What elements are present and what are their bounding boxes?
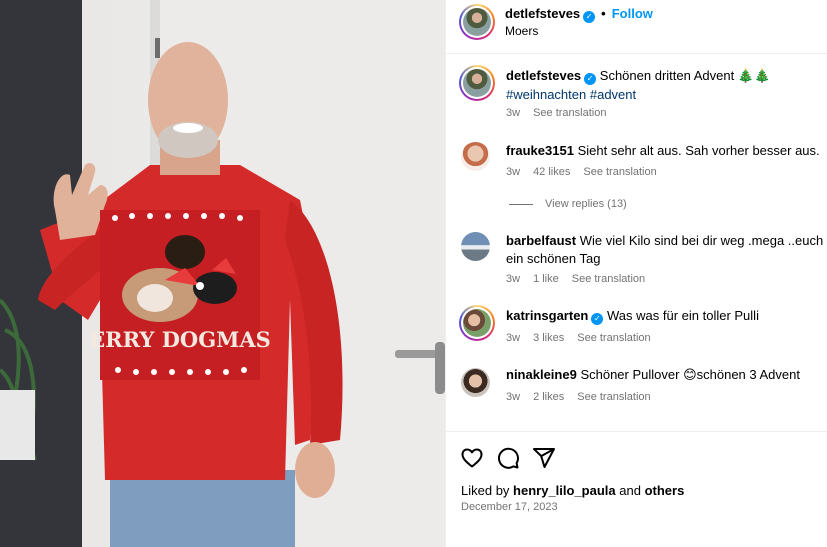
comment-bubble-icon[interactable]	[496, 446, 520, 470]
comment-username[interactable]: barbelfaust	[506, 233, 576, 248]
author-username[interactable]: detlefsteves	[505, 6, 580, 21]
sweater-print-text: ERRY DOGMAS	[89, 327, 271, 352]
see-translation-link[interactable]: See translation	[577, 391, 650, 403]
post-date[interactable]: December 17, 2023	[461, 501, 558, 513]
follow-button[interactable]: Follow	[612, 6, 653, 21]
hashtag-weihnachten[interactable]: #weihnachten	[506, 87, 586, 102]
comment-body: Was was für ein toller Pulli	[607, 308, 759, 323]
post-actions: Liked by henry_lilo_paula and others Dec…	[446, 431, 827, 547]
verified-badge-icon: ✓	[591, 313, 604, 325]
hashtag-advent[interactable]: #advent	[590, 87, 636, 102]
comment-likes[interactable]: 1 like	[533, 273, 559, 285]
comment-body-after: schönen 3 Advent	[696, 367, 800, 382]
liked-user[interactable]: henry_lilo_paula	[513, 483, 616, 498]
see-translation-link[interactable]: See translation	[583, 166, 656, 178]
comment-meta: 3w 1 like See translation	[506, 273, 658, 285]
comment-text: frauke3151 Sieht sehr alt aus. Sah vorhe…	[506, 142, 826, 160]
comment-body: Schöner Pullover	[580, 367, 684, 382]
comment-username[interactable]: katrinsgarten	[506, 308, 588, 323]
liked-and: and	[615, 483, 645, 498]
author-avatar[interactable]	[459, 65, 495, 101]
heart-icon[interactable]	[460, 446, 484, 470]
caption-text: detlefsteves ✓ Schönen dritten Advent 🎄🎄 …	[506, 67, 826, 104]
commenter-avatar[interactable]	[459, 305, 495, 341]
verified-badge-icon: ✓	[584, 73, 597, 85]
see-translation-link[interactable]: See translation	[533, 107, 606, 119]
comments-list[interactable]: detlefsteves ✓ Schönen dritten Advent 🎄🎄 …	[446, 55, 827, 431]
paper-plane-icon[interactable]	[532, 446, 556, 470]
smile-emoji: 😊	[683, 368, 697, 383]
comment-meta: 3w 42 likes See translation	[506, 166, 670, 178]
post-photo[interactable]: ERRY DOGMAS	[0, 0, 445, 547]
author-avatar[interactable]	[459, 4, 495, 40]
caption-meta: 3w See translation	[506, 107, 619, 119]
comment-age: 3w	[506, 166, 521, 178]
comment-username[interactable]: frauke3151	[506, 143, 574, 158]
liked-by-text: Liked by henry_lilo_paula and others	[461, 483, 684, 498]
photo-illustration: ERRY DOGMAS	[0, 0, 445, 547]
liked-prefix: Liked by	[461, 483, 514, 498]
caption-emoji: 🎄🎄	[737, 69, 771, 84]
comment-likes[interactable]: 3 likes	[533, 332, 564, 344]
comment-meta: 3w 2 likes See translation	[506, 391, 664, 403]
commenter-avatar[interactable]	[461, 142, 490, 171]
see-translation-link[interactable]: See translation	[572, 273, 645, 285]
commenter-avatar[interactable]	[461, 368, 490, 397]
comment-body: Sieht sehr alt aus. Sah vorher besser au…	[577, 143, 820, 158]
comment-likes[interactable]: 42 likes	[533, 166, 570, 178]
post-location[interactable]: Moers	[505, 24, 538, 38]
see-translation-link[interactable]: See translation	[577, 332, 650, 344]
comment-username[interactable]: ninakleine9	[506, 367, 577, 382]
comment-age: 3w	[506, 391, 521, 403]
caption-username[interactable]: detlefsteves	[506, 68, 581, 83]
caption-age: 3w	[506, 107, 521, 119]
post-header: detlefsteves ✓ • Follow Moers	[446, 0, 827, 54]
comment-likes[interactable]: 2 likes	[533, 391, 564, 403]
comment-text: barbelfaust Wie viel Kilo sind bei dir w…	[506, 232, 824, 268]
comment-text: katrinsgarten ✓ Was was für ein toller Pu…	[506, 307, 826, 325]
comment-age: 3w	[506, 273, 521, 285]
commenter-avatar[interactable]	[461, 232, 490, 261]
post-sidebar: detlefsteves ✓ • Follow Moers detlefsteves ✓…	[445, 0, 827, 547]
comment-age: 3w	[506, 332, 521, 344]
verified-badge-icon: ✓	[583, 11, 596, 23]
view-replies-button[interactable]: View replies (13)	[509, 198, 627, 210]
comment-meta: 3w 3 likes See translation	[506, 332, 664, 344]
liked-others[interactable]: others	[645, 483, 685, 498]
caption-body: Schönen dritten Advent	[599, 68, 738, 83]
comment-text: ninakleine9 Schöner Pullover 😊schönen 3 …	[506, 366, 826, 385]
separator-dot: •	[601, 6, 606, 21]
